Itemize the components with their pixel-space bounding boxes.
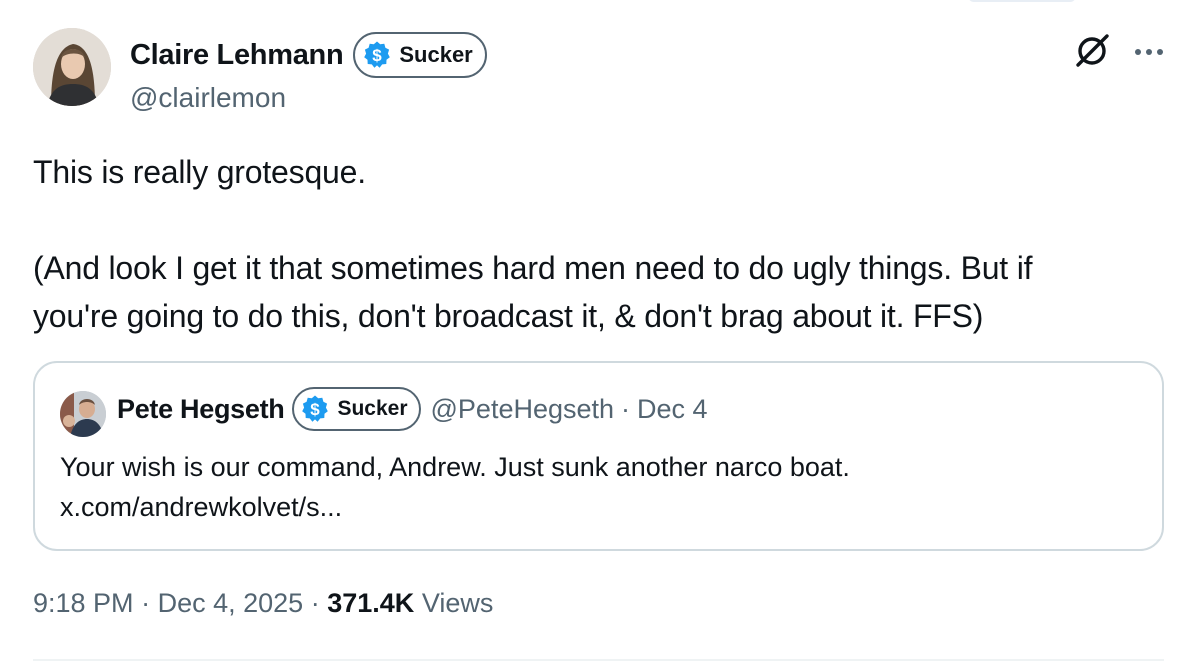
dollar-badge-icon: $ (364, 41, 391, 68)
author-display-name[interactable]: Claire Lehmann (130, 39, 344, 72)
svg-text:$: $ (311, 400, 321, 419)
quoted-author-badge-label: Sucker (337, 397, 408, 420)
quoted-author-avatar-image (60, 391, 106, 437)
divider (33, 659, 1164, 661)
views-count: 371.4K (327, 588, 415, 618)
grok-icon[interactable] (1071, 30, 1113, 72)
author-badge-label: Sucker (399, 42, 473, 67)
tweet-header: Claire Lehmann $ Sucker @clairlemon (33, 28, 1173, 118)
quoted-date: Dec 4 (637, 393, 708, 424)
author-handle[interactable]: @clairlemon (130, 82, 286, 114)
dollar-badge-icon: $ (302, 395, 329, 422)
top-scroll-pill (968, 0, 1076, 2)
quoted-author-avatar (60, 391, 106, 437)
tweet-body: This is really grotesque. (And look I ge… (33, 148, 1163, 340)
meta-separator: · (141, 588, 151, 618)
quoted-separator: · (621, 393, 631, 424)
quoted-author-handle: @PeteHegseth (430, 393, 615, 424)
tweet-text-line: This is really grotesque. (33, 154, 366, 190)
meta-separator: · (310, 588, 320, 618)
author-avatar[interactable] (33, 28, 111, 106)
tweet-time[interactable]: 9:18 PM (33, 588, 134, 618)
tweet-text-line: (And look I get it that sometimes hard m… (33, 250, 1033, 286)
author-avatar-image (33, 28, 111, 106)
svg-text:$: $ (373, 46, 383, 65)
tweet-meta: 9:18 PM · Dec 4, 2025 · 371.4K Views (33, 588, 493, 619)
quoted-text-line: Your wish is our command, Andrew. Just s… (60, 452, 850, 482)
quoted-tweet-body: Your wish is our command, Andrew. Just s… (60, 447, 1140, 527)
author-name-row: Claire Lehmann $ Sucker (130, 32, 487, 78)
quoted-link: x.com/andrewkolvet/s... (60, 492, 343, 522)
tweet-text-line: you're going to do this, don't broadcast… (33, 298, 984, 334)
quoted-tweet-card[interactable]: Pete Hegseth $ Sucker @PeteHegseth · Dec… (33, 361, 1164, 551)
more-icon[interactable] (1129, 32, 1169, 72)
views-label: Views (421, 588, 494, 618)
quoted-author-display-name: Pete Hegseth (117, 393, 285, 424)
quoted-author-badge: $ Sucker (292, 387, 421, 431)
quoted-author-row: Pete Hegseth $ Sucker @PeteHegseth · Dec… (117, 387, 708, 431)
author-badge[interactable]: $ Sucker (353, 32, 487, 78)
tweet-date[interactable]: Dec 4, 2025 (158, 588, 304, 618)
